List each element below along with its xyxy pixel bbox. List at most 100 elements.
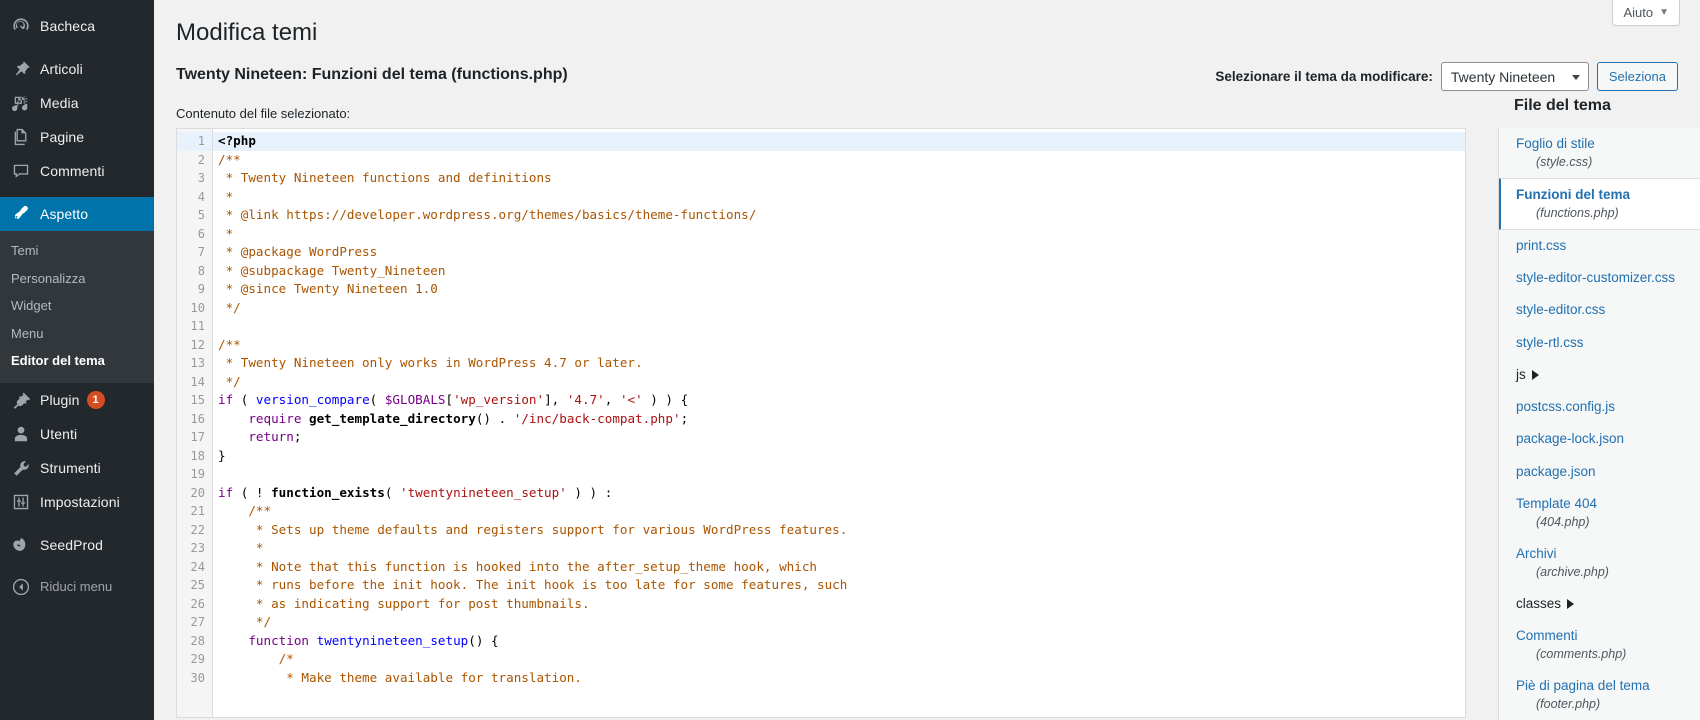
code-line[interactable]: * Sets up theme defaults and registers s… — [213, 521, 1465, 540]
code-text-area[interactable]: <?php/** * Twenty Nineteen functions and… — [213, 129, 1465, 717]
code-token: version_compare — [255, 392, 370, 408]
code-line[interactable]: function twentynineteen_setup() { — [213, 632, 1465, 651]
sidebar-item-pagine[interactable]: Pagine — [0, 120, 154, 154]
file-list-item[interactable]: classes — [1499, 588, 1700, 620]
file-slug: (404.php) — [1536, 514, 1590, 529]
code-token: ( — [369, 392, 385, 408]
code-line[interactable]: * Twenty Nineteen functions and definiti… — [213, 169, 1465, 188]
chevron-right-icon[interactable] — [1567, 599, 1575, 610]
code-line[interactable]: */ — [213, 299, 1465, 318]
line-number: 21 — [190, 504, 205, 519]
sidebar-item-seedprod[interactable]: SeedProd — [0, 528, 154, 562]
code-line[interactable]: * runs before the init hook. The init ho… — [213, 576, 1465, 595]
code-token: () . — [475, 410, 514, 426]
code-line[interactable]: * Make theme available for translation. — [213, 669, 1465, 688]
select-theme-button[interactable]: Seleziona — [1596, 62, 1678, 92]
file-list-item[interactable]: print.css — [1499, 230, 1700, 262]
code-line[interactable]: * — [213, 225, 1465, 244]
code-line[interactable] — [213, 317, 1465, 336]
code-token: * Twenty Nineteen functions and definiti… — [218, 170, 552, 186]
sidebar-item-media[interactable]: Media — [0, 86, 154, 120]
dashboard-icon — [11, 16, 31, 36]
code-token: * — [218, 188, 234, 204]
code-line[interactable]: * @link https://developer.wordpress.org/… — [213, 206, 1465, 225]
submenu-item-temi[interactable]: Temi — [0, 237, 154, 265]
sidebar-item-aspetto[interactable]: Aspetto — [0, 197, 154, 231]
file-list-item[interactable]: Archivi (archive.php) — [1499, 538, 1700, 588]
code-line[interactable]: * @since Twenty Nineteen 1.0 — [213, 280, 1465, 299]
file-list-item[interactable]: style-rtl.css — [1499, 327, 1700, 359]
appearance-submenu: Temi Personalizza Widget Menu Editor del tem… — [0, 231, 154, 383]
file-list-item[interactable]: package.json — [1499, 456, 1700, 488]
code-token: function_exists — [271, 484, 385, 500]
code-line[interactable]: * Twenty Nineteen only works in WordPres… — [213, 354, 1465, 373]
file-list-item[interactable]: package-lock.json — [1499, 423, 1700, 455]
file-slug: (style.css) — [1536, 155, 1593, 170]
code-line[interactable]: if ( ! function_exists( 'twentynineteen_… — [213, 484, 1465, 503]
code-editor[interactable]: 1 2 3 4 5 6 7 8 9 10 11 12 13 14 15 16 17 18 19 20 21 22 23 24 2… — [176, 128, 1466, 719]
code-line[interactable]: * Note that this function is hooked into… — [213, 558, 1465, 577]
file-list-item[interactable]: Commenti (comments.php) — [1499, 620, 1700, 670]
code-line[interactable]: /** — [213, 151, 1465, 170]
line-number: 12 — [190, 337, 205, 352]
sidebar-item-bacheca[interactable]: Bacheca — [0, 9, 154, 43]
code-line[interactable]: /** — [213, 336, 1465, 355]
sidebar-item-strumenti[interactable]: Strumenti — [0, 451, 154, 485]
submenu-item-widget[interactable]: Widget — [0, 292, 154, 320]
code-line[interactable]: * @package WordPress — [213, 243, 1465, 262]
sidebar-item-plugin[interactable]: Plugin 1 — [0, 383, 154, 417]
help-button[interactable]: Aiuto ▼ — [1612, 0, 1680, 26]
menu-separator — [0, 188, 154, 197]
sidebar-item-utenti[interactable]: Utenti — [0, 417, 154, 451]
file-slug: (functions.php) — [1536, 206, 1619, 221]
code-line[interactable]: * as indicating support for post thumbna… — [213, 595, 1465, 614]
file-slug: (archive.php) — [1536, 565, 1609, 580]
file-name: package-lock.json — [1516, 431, 1625, 447]
file-list-item-current[interactable]: Funzioni del tema (functions.php) — [1499, 177, 1700, 230]
code-line[interactable]: * — [213, 188, 1465, 207]
file-list-item[interactable]: Template 404 (404.php) — [1499, 488, 1700, 538]
collapse-menu-button[interactable]: Riduci menu — [0, 570, 154, 604]
sidebar-item-label: Impostazioni — [40, 493, 120, 510]
line-number: 25 — [190, 578, 205, 593]
code-line[interactable] — [213, 465, 1465, 484]
submenu-item-personalizza[interactable]: Personalizza — [0, 265, 154, 293]
code-token: * — [218, 225, 234, 241]
file-list-item[interactable]: postcss.config.js — [1499, 391, 1700, 423]
code-token: function — [248, 632, 310, 648]
code-line[interactable]: return; — [213, 428, 1465, 447]
code-line[interactable]: <?php — [213, 132, 1465, 151]
chevron-right-icon[interactable] — [1531, 370, 1539, 381]
code-line[interactable]: */ — [213, 373, 1465, 392]
submenu-item-editor-del-tema[interactable]: Editor del tema — [0, 347, 154, 375]
file-list-item[interactable]: Foglio di stile (style.css) — [1499, 128, 1700, 178]
submenu-item-menu[interactable]: Menu — [0, 320, 154, 348]
code-line[interactable]: */ — [213, 613, 1465, 632]
code-line[interactable]: require get_template_directory() . '/inc… — [213, 410, 1465, 429]
file-list-item[interactable]: Piè di pagina del tema (footer.php) — [1499, 670, 1700, 720]
line-number: 20 — [190, 485, 205, 500]
sidebar-item-commenti[interactable]: Commenti — [0, 154, 154, 188]
code-line[interactable]: /** — [213, 502, 1465, 521]
code-token: * Twenty Nineteen only works in WordPres… — [218, 355, 643, 371]
sidebar-item-impostazioni[interactable]: Impostazioni — [0, 485, 154, 519]
file-list-item[interactable]: style-editor-customizer.css — [1499, 262, 1700, 294]
theme-select-dropdown[interactable]: Twenty Nineteen — [1440, 62, 1589, 92]
file-name: style-editor-customizer.css — [1516, 270, 1676, 286]
media-icon — [11, 93, 31, 113]
code-line[interactable]: * — [213, 539, 1465, 558]
code-line[interactable]: if ( version_compare( $GLOBALS['wp_versi… — [213, 391, 1465, 410]
theme-select-label: Selezionare il tema da modificare: — [1215, 69, 1433, 85]
line-number: 23 — [190, 541, 205, 556]
code-token: * Make theme available for translation. — [218, 669, 582, 685]
code-line[interactable]: * @subpackage Twenty_Nineteen — [213, 262, 1465, 281]
wp-admin-screen: Bacheca Articoli Media Pagine Commenti Aspett… — [0, 0, 1700, 720]
code-line[interactable]: } — [213, 447, 1465, 466]
file-list-item[interactable]: style-editor.css — [1499, 294, 1700, 326]
sidebar-item-articoli[interactable]: Articoli — [0, 52, 154, 86]
code-token: <?php — [218, 133, 256, 149]
pin-icon — [11, 59, 31, 79]
code-line[interactable]: /* — [213, 650, 1465, 669]
collapse-arrow-icon — [11, 577, 31, 597]
file-list-item[interactable]: js — [1499, 359, 1700, 391]
